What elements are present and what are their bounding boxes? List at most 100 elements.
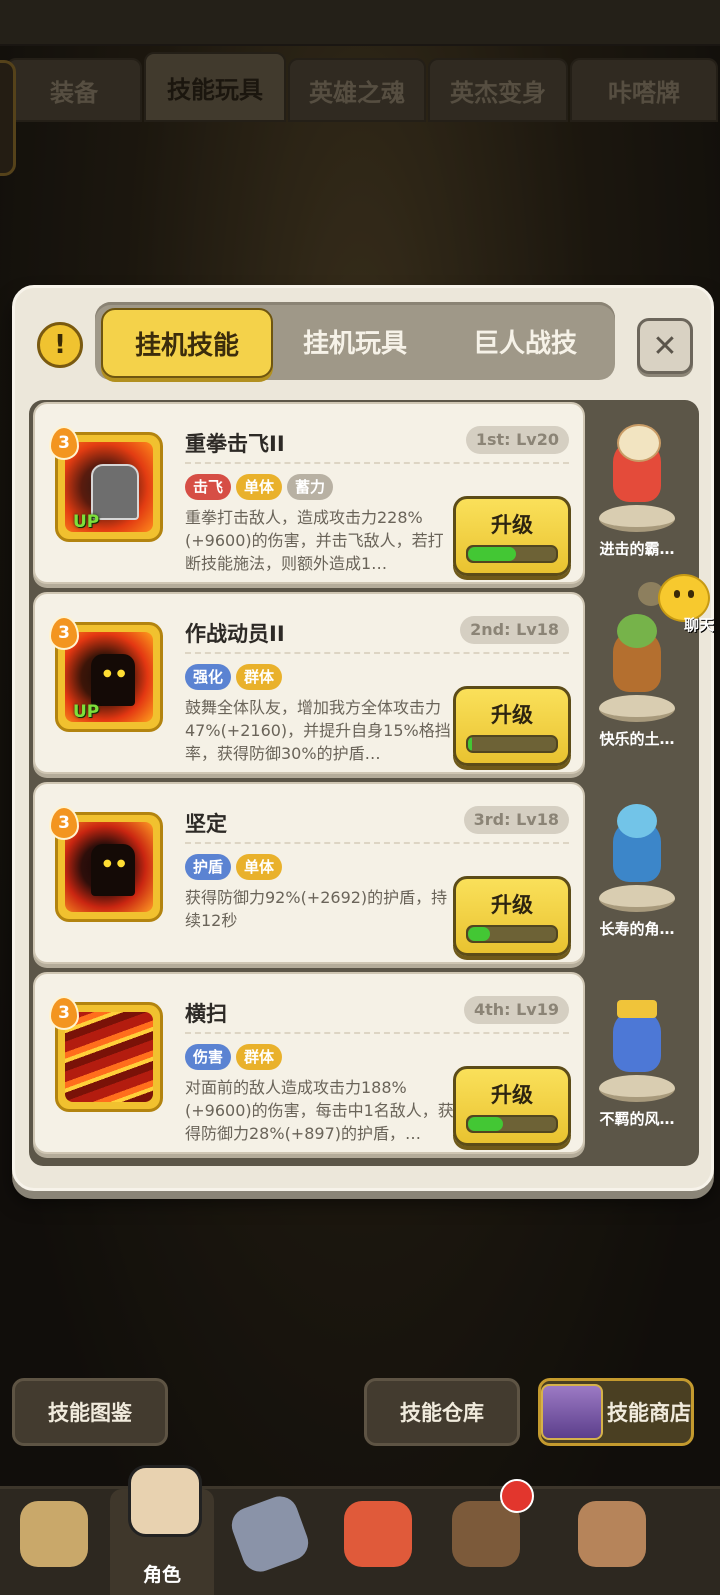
nav-item-pet[interactable] bbox=[326, 1489, 430, 1595]
level-badge: 3 bbox=[49, 426, 79, 460]
tag: 群体 bbox=[236, 664, 283, 690]
upgrade-button[interactable]: 升级 bbox=[453, 496, 571, 576]
skill-description: 重拳打击敌人，造成攻击力228%(+9600)的伤害，并击飞敌人，若打断技能施法… bbox=[185, 508, 444, 573]
nav-item-more[interactable] bbox=[542, 1489, 682, 1595]
character-avatar-icon bbox=[128, 1465, 202, 1537]
pedestal bbox=[599, 885, 675, 912]
tag: 击飞 bbox=[185, 474, 232, 500]
pedestal bbox=[599, 1075, 675, 1102]
bottom-nav: 角色 bbox=[0, 1465, 720, 1595]
tab-idle-skill[interactable]: 挂机技能 bbox=[101, 308, 273, 378]
upgrade-progress bbox=[466, 1115, 558, 1133]
dragon-pet-icon bbox=[595, 424, 679, 534]
upgrade-label: 升级 bbox=[491, 1083, 533, 1107]
upgrade-button[interactable]: 升级 bbox=[453, 876, 571, 956]
upgrade-button[interactable]: 升级 bbox=[453, 686, 571, 766]
upgrade-label: 升级 bbox=[491, 513, 533, 537]
tag-list: 伤害 群体 bbox=[185, 1044, 283, 1070]
skill-codex-button[interactable]: 技能图鉴 bbox=[12, 1378, 168, 1446]
crown-icon bbox=[617, 1000, 657, 1018]
dialog-tab-group: 挂机技能 挂机玩具 巨人战技 bbox=[95, 302, 615, 380]
sweep-art-icon bbox=[65, 1012, 153, 1102]
upgrade-button[interactable]: 升级 bbox=[453, 1066, 571, 1146]
skill-description: 对面前的敌人造成攻击力188%(+9600)的伤害，每击中1名敌人，获得防御力2… bbox=[185, 1078, 454, 1143]
skill-card[interactable]: 3 横扫 4th: Lv19 伤害 群体 对面前的敌人造成攻击力188%(+96… bbox=[33, 972, 585, 1154]
nav-item-hero[interactable] bbox=[2, 1489, 106, 1595]
wind-dragon-pet-icon bbox=[595, 994, 679, 1104]
pet-name: 长寿的角… bbox=[599, 920, 675, 938]
sword-shield-icon bbox=[226, 1491, 314, 1577]
glowing-eyes-icon: ●● bbox=[103, 668, 131, 679]
progress-fill bbox=[468, 927, 490, 941]
up-indicator: UP bbox=[73, 702, 100, 722]
divider bbox=[185, 462, 569, 464]
red-pet-icon bbox=[344, 1501, 412, 1567]
tab-idle-toy[interactable]: 挂机玩具 bbox=[271, 308, 439, 374]
upgrade-progress bbox=[466, 545, 558, 563]
progress-fill bbox=[468, 1117, 504, 1131]
nav-item-guild[interactable] bbox=[434, 1479, 538, 1595]
tag: 蓄力 bbox=[287, 474, 334, 500]
tag-list: 击飞 单体 蓄力 bbox=[185, 474, 334, 500]
progress-fill bbox=[468, 547, 517, 561]
skill-name: 作战动员II bbox=[185, 622, 285, 646]
pet-body bbox=[613, 1010, 661, 1072]
pet-slot[interactable]: 进击的霸… bbox=[585, 408, 689, 576]
nav-label: 角色 bbox=[142, 1564, 181, 1586]
warning-icon[interactable]: ! bbox=[37, 322, 83, 368]
skill-dialog: ! 挂机技能 挂机玩具 巨人战技 ✕ 3 UP 重拳击飞II 1st: Lv20… bbox=[12, 285, 714, 1191]
tag: 单体 bbox=[236, 474, 283, 500]
cheering-figure-icon bbox=[91, 654, 135, 706]
rank-badge: 2nd: Lv18 bbox=[460, 616, 569, 644]
guard-figure-icon bbox=[91, 844, 135, 896]
whale-pet-icon bbox=[595, 804, 679, 914]
progress-fill bbox=[468, 737, 473, 751]
nav-item-character[interactable]: 角色 bbox=[110, 1465, 214, 1595]
close-button[interactable]: ✕ bbox=[637, 318, 693, 374]
tag: 伤害 bbox=[185, 1044, 232, 1070]
pet-name: 不羁的风… bbox=[599, 1110, 675, 1128]
upgrade-progress bbox=[466, 735, 558, 753]
steadfast-art-icon: ●● bbox=[65, 822, 153, 912]
pet-name: 进击的霸… bbox=[599, 540, 675, 558]
tag: 群体 bbox=[236, 1044, 283, 1070]
pet-slot[interactable]: 不羁的风… bbox=[585, 978, 689, 1146]
glowing-eyes-icon: ●● bbox=[103, 858, 131, 869]
skill-card[interactable]: ●● 3 UP 作战动员II 2nd: Lv18 强化 群体 鼓舞全体队友，增加… bbox=[33, 592, 585, 774]
tab-giant-skill[interactable]: 巨人战技 bbox=[441, 308, 609, 374]
skill-card[interactable]: ●● 3 坚定 3rd: Lv18 护盾 单体 获得防御力92%(+2692)的… bbox=[33, 782, 585, 964]
skill-shop-button[interactable]: 技能商店 bbox=[538, 1378, 694, 1446]
tag-list: 强化 群体 bbox=[185, 664, 283, 690]
level-badge: 3 bbox=[49, 616, 79, 650]
upgrade-label: 升级 bbox=[491, 893, 533, 917]
level-badge: 3 bbox=[49, 996, 79, 1030]
golem-icon bbox=[578, 1501, 646, 1567]
eye bbox=[674, 590, 680, 598]
rank-badge: 3rd: Lv18 bbox=[463, 806, 569, 834]
skill-description: 鼓舞全体队友，增加我方全体攻击力47%(+2160)，并提升自身15%格挡率，获… bbox=[185, 698, 451, 763]
tag: 单体 bbox=[236, 854, 283, 880]
upgrade-progress bbox=[466, 925, 558, 943]
divider bbox=[185, 1032, 569, 1034]
pedestal bbox=[599, 695, 675, 722]
skill-row: ●● 3 UP 作战动员II 2nd: Lv18 强化 群体 鼓舞全体队友，增加… bbox=[33, 592, 695, 776]
nav-item-weapon[interactable] bbox=[218, 1489, 322, 1595]
skill-list[interactable]: 3 UP 重拳击飞II 1st: Lv20 击飞 单体 蓄力 重拳打击敌人，造成… bbox=[29, 400, 699, 1166]
divider bbox=[185, 652, 569, 654]
eye bbox=[688, 590, 694, 598]
shop-label: 技能商店 bbox=[607, 1401, 691, 1425]
pet-slot[interactable]: 长寿的角… bbox=[585, 788, 689, 956]
skill-name: 重拳击飞II bbox=[185, 432, 285, 456]
skill-row: 3 横扫 4th: Lv19 伤害 群体 对面前的敌人造成攻击力188%(+96… bbox=[33, 972, 695, 1156]
skill-name: 坚定 bbox=[185, 812, 227, 836]
chat-button[interactable]: 聊天 bbox=[638, 574, 718, 634]
tag: 护盾 bbox=[185, 854, 232, 880]
upgrade-label: 升级 bbox=[491, 703, 533, 727]
pedestal bbox=[599, 505, 675, 532]
chat-label: 聊天 bbox=[683, 616, 714, 634]
skill-storage-button[interactable]: 技能仓库 bbox=[364, 1378, 520, 1446]
level-badge: 3 bbox=[49, 806, 79, 840]
pet-name: 快乐的土… bbox=[599, 730, 675, 748]
tag: 强化 bbox=[185, 664, 232, 690]
skill-card[interactable]: 3 UP 重拳击飞II 1st: Lv20 击飞 单体 蓄力 重拳打击敌人，造成… bbox=[33, 402, 585, 584]
